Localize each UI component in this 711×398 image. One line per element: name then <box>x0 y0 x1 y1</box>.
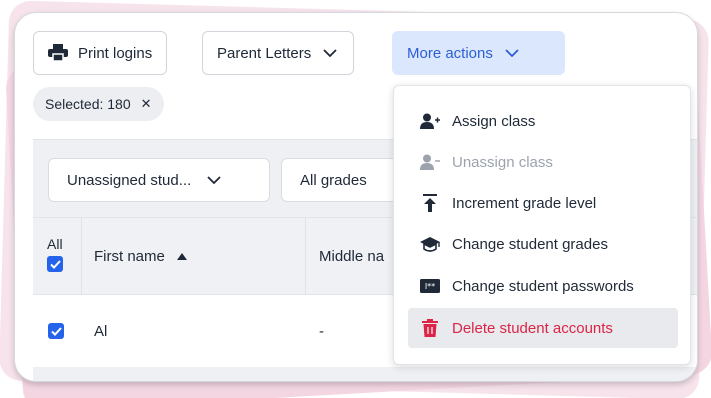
user-plus-icon <box>420 111 440 131</box>
menu-item-delete-accounts[interactable]: Delete student accounts <box>408 308 678 348</box>
print-logins-button[interactable]: Print logins <box>33 31 168 75</box>
sort-ascending-icon <box>176 253 187 260</box>
trash-icon <box>420 318 440 338</box>
menu-item-label: Delete student accounts <box>452 319 613 337</box>
graduation-cap-icon <box>420 234 440 254</box>
close-icon[interactable]: ✕ <box>141 96 152 112</box>
selection-count: Selected: 180 <box>45 96 131 112</box>
row-middle-name: - <box>319 323 324 340</box>
chevron-down-icon <box>505 49 519 58</box>
parent-letters-label: Parent Letters <box>217 44 312 62</box>
grade-filter-value: All grades <box>300 171 367 189</box>
more-actions-menu: Assign class Unassign class Increment gr… <box>393 85 691 365</box>
menu-item-increment-grade[interactable]: Increment grade level <box>408 183 678 223</box>
grade-filter-select[interactable]: All grades <box>281 158 411 202</box>
select-all-checkbox[interactable] <box>47 256 63 272</box>
menu-item-label: Unassign class <box>452 153 553 171</box>
password-icon: I** <box>420 276 440 296</box>
menu-item-assign-class[interactable]: Assign class <box>408 101 678 141</box>
column-divider <box>81 218 82 296</box>
student-filter-value: Unassigned stud... <box>67 171 192 189</box>
selection-chip: Selected: 180 ✕ <box>33 87 164 121</box>
checkmark-icon <box>50 326 62 336</box>
checkmark-icon <box>49 259 61 269</box>
select-all-label: All <box>47 236 63 252</box>
row-checkbox[interactable] <box>48 323 64 339</box>
row-first-name: Al <box>94 323 108 340</box>
more-actions-button[interactable]: More actions <box>392 31 565 75</box>
more-actions-label: More actions <box>407 44 493 62</box>
print-logins-label: Print logins <box>78 44 153 62</box>
menu-item-unassign-class[interactable]: Unassign class <box>408 142 678 182</box>
parent-letters-button[interactable]: Parent Letters <box>202 31 355 75</box>
svg-text:I**: I** <box>425 282 435 291</box>
menu-item-change-passwords[interactable]: I** Change student passwords <box>408 266 678 306</box>
chevron-down-icon <box>207 176 221 185</box>
chevron-down-icon <box>323 49 337 58</box>
middle-name-header[interactable]: Middle na <box>319 248 384 265</box>
menu-item-change-grades[interactable]: Change student grades <box>408 224 678 264</box>
first-name-header[interactable]: First name <box>94 248 187 265</box>
column-divider <box>305 218 306 296</box>
arrow-up-to-line-icon <box>420 193 440 213</box>
menu-item-label: Increment grade level <box>452 194 597 212</box>
first-name-header-label: First name <box>94 248 165 265</box>
menu-item-label: Assign class <box>452 112 536 130</box>
user-minus-icon <box>420 152 440 172</box>
screenshot-frame: Print logins Parent Letters More actions… <box>14 12 698 382</box>
student-filter-select[interactable]: Unassigned stud... <box>48 158 270 202</box>
middle-name-header-label: Middle na <box>319 248 385 265</box>
menu-item-label: Change student grades <box>452 235 608 253</box>
menu-item-label: Change student passwords <box>452 277 634 295</box>
printer-icon <box>48 44 68 62</box>
